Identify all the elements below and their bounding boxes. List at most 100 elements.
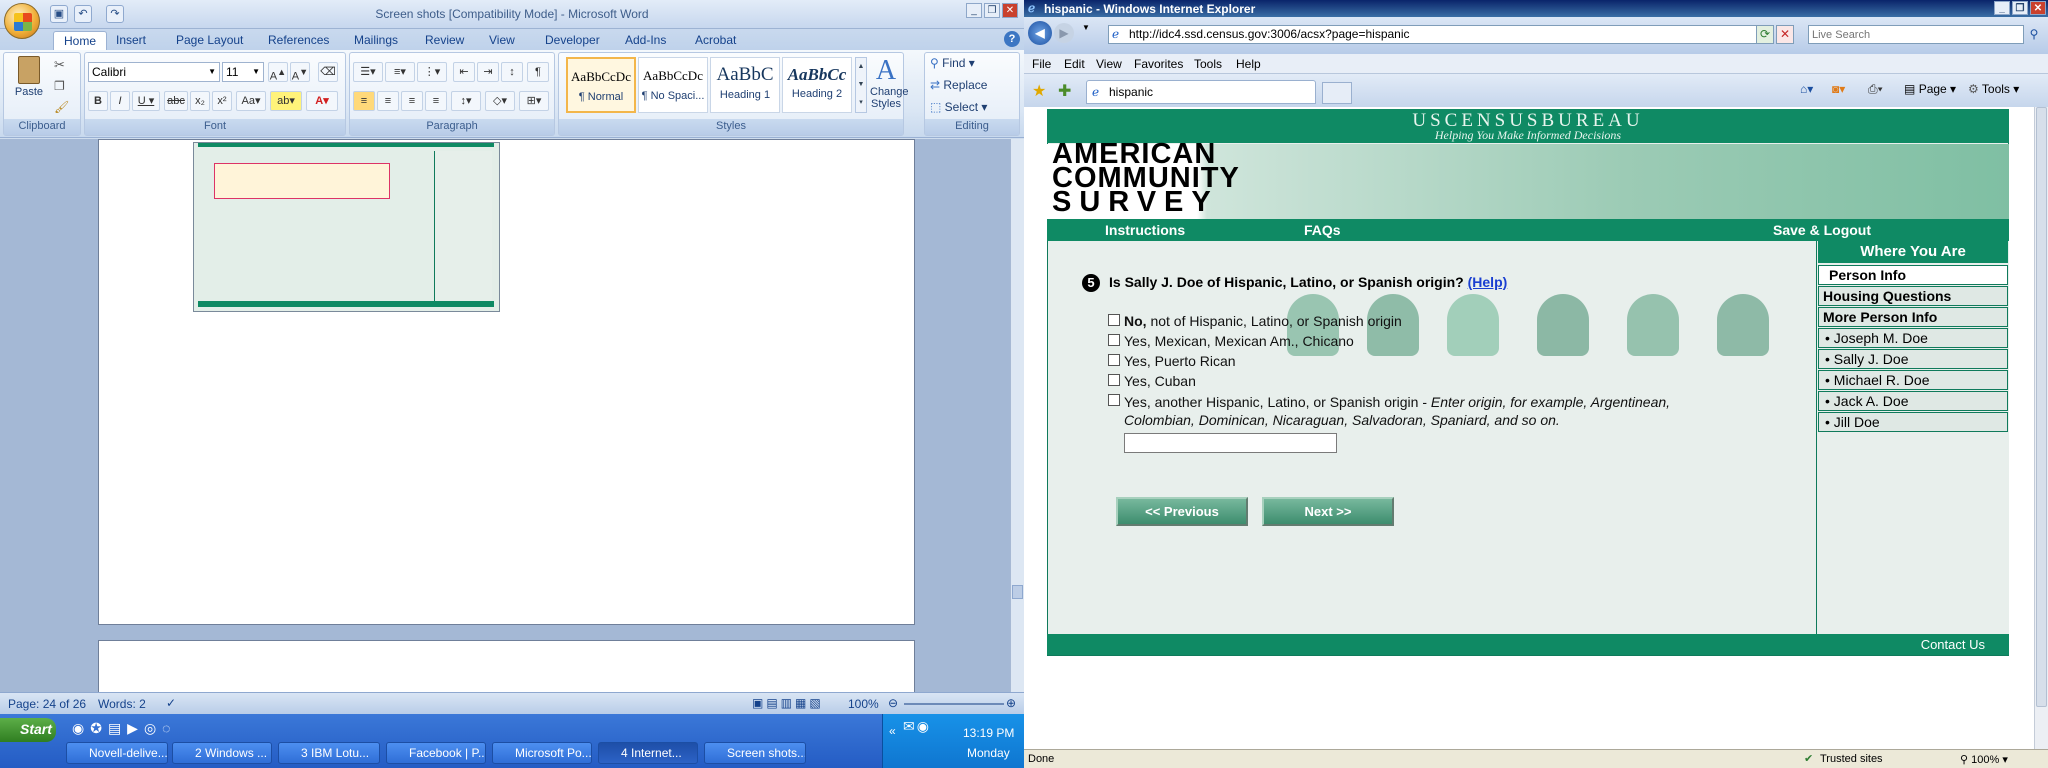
tray-icons[interactable]: ✉◉ <box>903 718 931 735</box>
numbering-button[interactable]: ≡▾ <box>385 62 415 82</box>
justify-button[interactable]: ≡ <box>425 91 447 111</box>
select-button[interactable]: ⬚ Select ▾ <box>930 100 987 114</box>
start-button[interactable]: Start <box>0 718 56 742</box>
print-icon[interactable]: ⎙▾ <box>1868 82 1883 97</box>
nav-faqs-link[interactable]: FAQs <box>1304 222 1341 238</box>
change-styles-button[interactable]: A Change Styles <box>870 56 909 116</box>
style-normal[interactable]: AaBbCcDc ¶ Normal <box>566 57 636 113</box>
view-buttons[interactable]: ▣▤▥▦▧ <box>752 696 824 710</box>
quick-launch-icons[interactable]: ◉✪▤▶◎◌ <box>72 720 176 737</box>
tab-home[interactable]: Home <box>53 31 108 51</box>
cut-icon[interactable]: ✂ <box>54 57 65 73</box>
shading-button[interactable]: ◇▾ <box>485 91 515 111</box>
feeds-icon[interactable]: ◙▾ <box>1832 82 1845 96</box>
taskbar-windows[interactable]: 2 Windows ... <box>172 742 272 764</box>
font-color-button[interactable]: A▾ <box>306 91 338 111</box>
sidebar-item-michael[interactable]: • Michael R. Doe <box>1818 370 2008 390</box>
scroll-thumb[interactable] <box>1012 585 1023 599</box>
format-painter-icon[interactable]: 🖌 <box>54 100 69 114</box>
office-button[interactable] <box>4 3 40 39</box>
nav-instructions-link[interactable]: Instructions <box>1105 222 1185 238</box>
tab-developer[interactable]: Developer <box>535 31 610 50</box>
word-count[interactable]: Words: 2 <box>98 697 146 711</box>
style-no-spacing[interactable]: AaBbCcDc ¶ No Spaci... <box>638 57 708 113</box>
option-cuban-checkbox[interactable] <box>1108 374 1120 386</box>
menu-help[interactable]: Help <box>1236 57 1261 71</box>
styles-scroll[interactable]: ▲ ▼ ▾ <box>855 57 867 113</box>
strikethrough-button[interactable]: abc <box>164 91 188 111</box>
superscript-button[interactable]: x² <box>212 91 232 111</box>
sidebar-item-sally[interactable]: • Sally J. Doe <box>1818 349 2008 369</box>
align-left-button[interactable]: ≡ <box>353 91 375 111</box>
ie-tab-active[interactable]: ℯ hispanic <box>1086 80 1316 104</box>
new-tab-button[interactable] <box>1322 82 1352 104</box>
copy-icon[interactable]: ❐ <box>54 79 65 93</box>
option-other-checkbox[interactable] <box>1108 394 1120 406</box>
tab-acrobat[interactable]: Acrobat <box>685 31 746 50</box>
add-favorite-icon[interactable]: ✚ <box>1058 81 1071 101</box>
zoom-slider[interactable] <box>904 703 1004 705</box>
ie-vertical-scrollbar[interactable] <box>2034 107 2048 749</box>
word-restore-button[interactable]: ❐ <box>984 3 1000 18</box>
menu-file[interactable]: File <box>1032 57 1051 71</box>
menu-favorites[interactable]: Favorites <box>1134 57 1183 71</box>
proofing-icon[interactable]: ✓ <box>166 696 176 710</box>
page-count[interactable]: Page: 24 of 26 <box>8 697 86 711</box>
tab-insert[interactable]: Insert <box>106 31 156 50</box>
home-icon[interactable]: ⌂▾ <box>1800 82 1813 96</box>
zoom-in-icon[interactable]: ⊕ <box>1006 696 1016 710</box>
word-close-button[interactable]: ✕ <box>1002 3 1018 18</box>
nav-save-logout-link[interactable]: Save & Logout <box>1773 222 1871 238</box>
sidebar-item-more-person-info[interactable]: More Person Info <box>1818 307 2008 327</box>
grow-font-button[interactable]: A▲ <box>268 62 288 83</box>
align-center-button[interactable]: ≡ <box>377 91 399 111</box>
style-heading-1[interactable]: AaBbC Heading 1 <box>710 57 780 113</box>
ie-restore-button[interactable]: ❐ <box>2012 1 2028 15</box>
sort-button[interactable]: ↕ <box>501 62 523 82</box>
menu-view[interactable]: View <box>1096 57 1122 71</box>
security-zone[interactable]: Trusted sites <box>1820 753 1883 765</box>
page-menu[interactable]: ▤ Page ▾ <box>1904 82 1956 96</box>
style-heading-2[interactable]: AaBbCc Heading 2 <box>782 57 852 113</box>
search-input[interactable] <box>1809 26 1999 43</box>
replace-button[interactable]: ⇄ Replace <box>930 78 987 92</box>
history-dropdown-icon[interactable]: ▼ <box>1082 23 1090 32</box>
ie-minimize-button[interactable]: _ <box>1994 1 2010 15</box>
favorites-star-icon[interactable]: ★ <box>1032 81 1046 101</box>
taskbar-lotus[interactable]: 3 IBM Lotu... <box>278 742 380 764</box>
sidebar-item-jack[interactable]: • Jack A. Doe <box>1818 391 2008 411</box>
bold-button[interactable]: B <box>88 91 108 111</box>
shrink-font-button[interactable]: A▼ <box>290 62 310 83</box>
sidebar-item-joseph[interactable]: • Joseph M. Doe <box>1818 328 2008 348</box>
font-name-select[interactable]: Calibri ▼ <box>88 62 220 82</box>
embedded-screenshot-image[interactable] <box>193 142 500 312</box>
option-puerto-rican-checkbox[interactable] <box>1108 354 1120 366</box>
bullets-button[interactable]: ☰▾ <box>353 62 383 82</box>
multilevel-list-button[interactable]: ⋮▾ <box>417 62 447 82</box>
font-size-select[interactable]: 11 ▼ <box>222 62 264 82</box>
word-minimize-button[interactable]: _ <box>966 3 982 18</box>
menu-tools[interactable]: Tools <box>1194 57 1222 71</box>
find-button[interactable]: ⚲ Find ▾ <box>930 56 975 70</box>
previous-button[interactable]: << Previous <box>1116 497 1248 526</box>
help-link[interactable]: (Help) <box>1468 274 1508 290</box>
search-icon[interactable]: ⚲ <box>2026 25 2042 44</box>
tab-review[interactable]: Review <box>415 31 474 50</box>
align-right-button[interactable]: ≡ <box>401 91 423 111</box>
increase-indent-button[interactable]: ⇥ <box>477 62 499 82</box>
clock-time[interactable]: 13:19 PM <box>963 726 1014 740</box>
tab-view[interactable]: View <box>479 31 525 50</box>
decrease-indent-button[interactable]: ⇤ <box>453 62 475 82</box>
italic-button[interactable]: I <box>110 91 130 111</box>
paste-button[interactable]: Paste <box>10 56 48 106</box>
taskbar-word[interactable]: Screen shots... <box>704 742 806 764</box>
option-mexican-checkbox[interactable] <box>1108 334 1120 346</box>
sidebar-item-person-info[interactable]: Person Info <box>1818 265 2008 285</box>
refresh-icon[interactable]: ⟳ <box>1756 25 1774 44</box>
taskbar-powerpoint[interactable]: Microsoft Po... <box>492 742 592 764</box>
clear-formatting-button[interactable]: ⌫ <box>318 62 338 82</box>
ie-close-button[interactable]: ✕ <box>2030 1 2046 15</box>
taskbar-facebook[interactable]: Facebook | P... <box>386 742 486 764</box>
address-bar[interactable]: ℯ http://idc4.ssd.census.gov:3006/acsx?p… <box>1108 25 1772 44</box>
forward-icon[interactable]: ▶ <box>1054 23 1074 43</box>
